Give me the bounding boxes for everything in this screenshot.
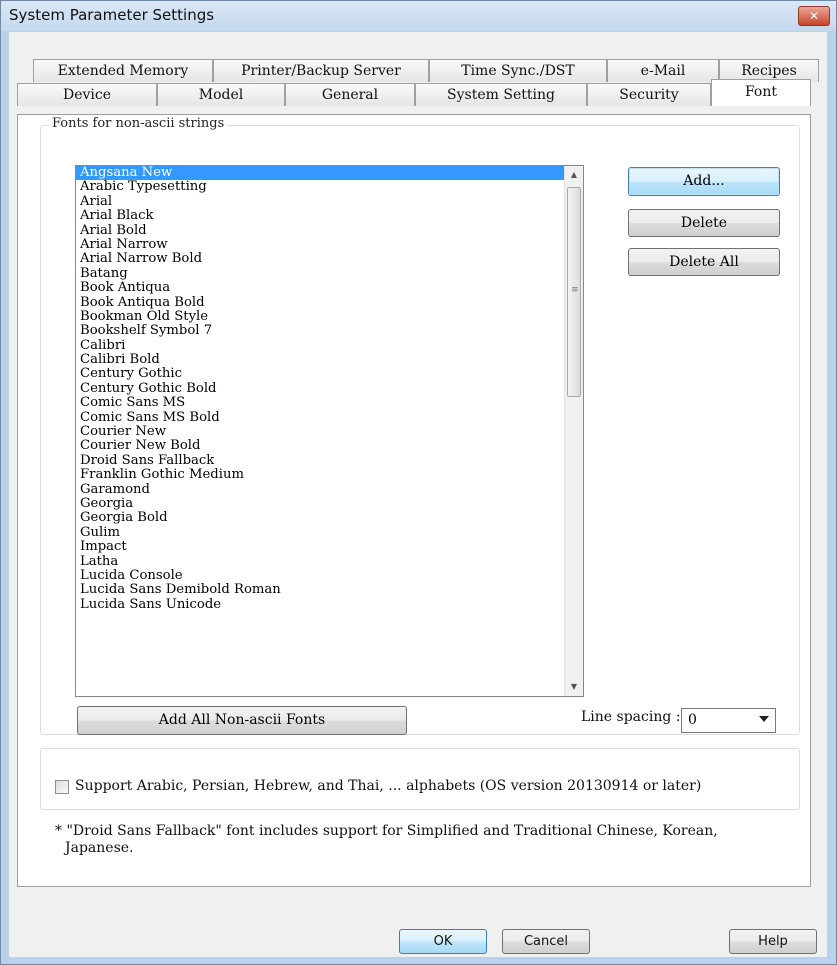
font-list-item[interactable]: Book Antiqua Bold [76,295,566,310]
font-tab-panel: Fonts for non-ascii strings Angsana New A… [17,114,811,887]
ok-button[interactable]: OK [399,929,487,954]
font-list-item[interactable]: Comic Sans MS Bold [76,410,566,425]
font-list-item[interactable]: Calibri Bold [76,352,566,367]
font-list-item[interactable]: Courier New [76,424,566,439]
font-list-item[interactable]: Arial Black [76,208,566,223]
font-list-item[interactable]: Angsana New [76,166,566,181]
font-list-item[interactable]: Georgia [76,496,566,511]
font-list-item[interactable]: Gulim [76,525,566,540]
font-list-item[interactable]: Droid Sans Fallback [76,453,566,468]
font-list-item[interactable]: Century Gothic Bold [76,381,566,396]
line-spacing-select[interactable]: 0 [681,708,776,733]
title-bar[interactable]: System Parameter Settings ✕ [1,1,836,31]
font-list-item[interactable]: Latha [76,554,566,569]
font-list-item[interactable]: Arial Narrow Bold [76,252,566,266]
scroll-thumb[interactable]: ≡ [567,187,581,397]
tab-time-sync-dst[interactable]: Time Sync./DST [429,59,607,82]
font-list-item[interactable]: Franklin Gothic Medium [76,468,566,482]
line-spacing-value: 0 [688,712,697,728]
close-button[interactable]: ✕ [798,6,830,26]
font-list-item[interactable]: Arial [76,194,566,209]
delete-font-button[interactable]: Delete [628,209,780,237]
help-button[interactable]: Help [729,929,817,954]
tab-general[interactable]: General [285,83,415,106]
font-list-item[interactable]: Garamond [76,482,566,497]
tab-printer-backup-server[interactable]: Printer/Backup Server [213,59,429,82]
font-list-item[interactable]: Calibri [76,338,566,353]
font-list-item[interactable]: Courier New Bold [76,439,566,453]
fonts-groupbox: Fonts for non-ascii strings Angsana New A… [40,116,800,735]
font-list-item[interactable]: Bookman Old Style [76,309,566,324]
font-list-item[interactable]: Arial Bold [76,223,566,238]
font-list-scrollbar[interactable]: ▲ ≡ ▼ [564,166,583,696]
tab-email[interactable]: e-Mail [607,59,719,82]
tab-security[interactable]: Security [587,83,711,106]
tab-device[interactable]: Device [17,83,157,106]
tab-extended-memory[interactable]: Extended Memory [33,59,213,82]
support-alphabets-label: Support Arabic, Persian, Hebrew, and Tha… [75,778,702,794]
tab-font[interactable]: Font [711,79,811,106]
scroll-up-arrow-icon[interactable]: ▲ [565,166,583,183]
font-list-item[interactable]: Lucida Sans Demibold Roman [76,583,566,597]
line-spacing-label: Line spacing : [581,709,681,725]
font-list-item[interactable]: Lucida Sans Unicode [76,597,566,612]
font-listbox[interactable]: Angsana New Arabic Typesetting Arial Arial … [75,165,584,697]
scroll-down-arrow-icon[interactable]: ▼ [565,678,583,695]
dialog-window: System Parameter Settings ✕ Extended Mem… [0,0,837,965]
fonts-group-title: Fonts for non-ascii strings [49,116,228,131]
font-list-items: Angsana New Arabic Typesetting Arial Arial … [76,166,566,612]
font-list-item[interactable]: Lucida Console [76,568,566,583]
chevron-down-icon [759,716,769,722]
tab-model[interactable]: Model [157,83,285,106]
tab-system-setting[interactable]: System Setting [415,83,587,106]
dialog-client-area: Extended Memory Printer/Backup Server Ti… [9,32,827,957]
font-list-item[interactable]: Arabic Typesetting [76,180,566,194]
add-font-button[interactable]: Add... [628,167,780,196]
font-list-item[interactable]: Book Antiqua [76,280,566,295]
font-list-item[interactable]: Impact [76,539,566,554]
font-list-item[interactable]: Georgia Bold [76,511,566,525]
note-line-2: Japanese. [65,840,134,856]
close-icon: ✕ [808,9,820,23]
font-list-item[interactable]: Batang [76,266,566,281]
cancel-button[interactable]: Cancel [502,929,590,954]
support-alphabets-checkbox[interactable] [55,780,69,794]
font-list-item[interactable]: Century Gothic [76,367,566,381]
delete-all-fonts-button[interactable]: Delete All [628,248,780,276]
window-title: System Parameter Settings [9,6,215,24]
font-list-item[interactable]: Arial Narrow [76,237,566,252]
note-line-1: * "Droid Sans Fallback" font includes su… [55,823,718,839]
add-all-nonascii-fonts-button[interactable]: Add All Non-ascii Fonts [77,706,407,735]
grip-icon: ≡ [571,285,579,295]
font-list-item[interactable]: Comic Sans MS [76,396,566,410]
font-list-item[interactable]: Bookshelf Symbol 7 [76,324,566,338]
